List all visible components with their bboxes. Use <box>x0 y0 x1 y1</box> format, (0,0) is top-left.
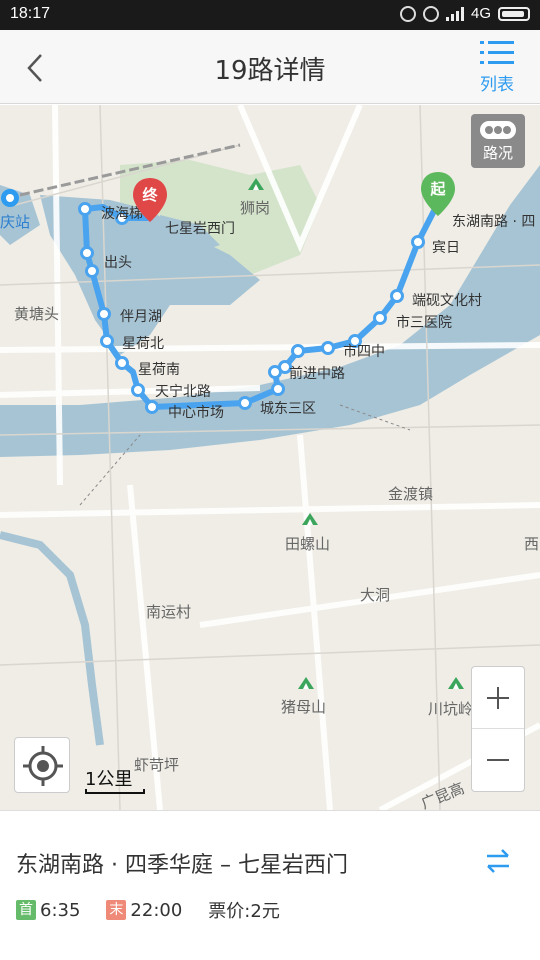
stop-dot[interactable] <box>115 356 129 370</box>
stop-dot[interactable] <box>131 383 145 397</box>
stop-dot[interactable] <box>85 264 99 278</box>
place-label: 黄塘头 <box>14 305 60 323</box>
place-label: 金渡镇 <box>388 485 434 503</box>
stop-label: 七星岩西门 <box>165 221 235 237</box>
stop-label: 城东三区 <box>260 401 316 417</box>
list-button[interactable]: 列表 <box>472 40 522 98</box>
battery-icon <box>498 6 530 21</box>
route-map[interactable]: 东湖南路 · 四 宾日 端砚文化村 市三医院 市四中 前进中路 城东三区 中心市… <box>0 105 540 810</box>
stop-label: 宾日 <box>432 240 460 256</box>
stop-dot[interactable] <box>390 289 404 303</box>
status-bar: 18:17 4G <box>0 0 540 30</box>
stop-dot[interactable] <box>291 344 305 358</box>
stop-dot[interactable] <box>411 235 425 249</box>
scale-label: 1公里 <box>85 769 133 790</box>
stop-label: 市三医院 <box>396 315 452 331</box>
route-info-panel: 东湖南路 · 四季华庭 – 七星岩西门 首 6:35 末 22:00 票价:2元 <box>0 810 540 960</box>
stop-dot[interactable] <box>268 365 282 379</box>
alarm-icon <box>422 5 439 22</box>
stop-label: 星荷北 <box>122 336 164 352</box>
stop-dot[interactable] <box>78 202 92 216</box>
place-label: 虾苛坪 <box>134 756 180 774</box>
place-label: 狮岗 <box>240 199 271 217</box>
stop-label: 天宁北路 <box>155 384 211 400</box>
traffic-label: 路况 <box>482 144 513 162</box>
schedule-row: 首 6:35 末 22:00 票价:2元 <box>16 897 280 923</box>
mountain-icon <box>302 513 318 525</box>
locate-icon <box>23 746 63 786</box>
route-name: 东湖南路 · 四季华庭 – 七星岩西门 <box>16 853 348 878</box>
last-bus-time: 22:00 <box>130 899 183 921</box>
mountain-icon <box>298 677 314 689</box>
stop-dot[interactable] <box>97 307 111 321</box>
place-label: 南运村 <box>146 603 192 621</box>
place-label: 川坑岭 <box>428 700 474 718</box>
traffic-button[interactable]: 路况 <box>471 114 525 168</box>
stop-dot[interactable] <box>238 396 252 410</box>
scale-bar <box>85 789 145 794</box>
stop-label: 市四中 <box>343 344 385 360</box>
end-pin[interactable]: 终 <box>132 177 168 223</box>
stop-label: 星荷南 <box>138 362 180 378</box>
stop-label: 出头 <box>104 255 132 271</box>
chevron-left-icon <box>27 54 42 82</box>
list-label: 列表 <box>480 75 514 95</box>
fare: 票价:2元 <box>208 901 280 922</box>
sync-icon <box>399 5 416 22</box>
mountain-icon <box>248 178 264 190</box>
network-type: 4G <box>470 5 491 22</box>
place-label: 田螺山 <box>285 535 331 553</box>
stop-dot[interactable] <box>100 334 114 348</box>
zoom-in-button[interactable] <box>472 667 524 729</box>
first-bus-badge: 首 <box>16 900 36 920</box>
status-icons: 4G <box>399 5 530 22</box>
locate-button[interactable] <box>14 737 70 793</box>
zoom-out-button[interactable] <box>472 729 524 791</box>
zoom-controls <box>471 666 525 792</box>
traffic-icon <box>480 121 516 139</box>
end-pin-label: 终 <box>142 186 158 204</box>
place-label: 西 <box>524 535 540 553</box>
place-label: 大洞 <box>360 586 391 604</box>
back-button[interactable] <box>18 50 54 86</box>
list-icon <box>480 41 514 64</box>
status-time: 18:17 <box>10 5 51 22</box>
stop-label: 前进中路 <box>289 366 345 382</box>
first-bus-time: 6:35 <box>40 899 81 921</box>
swap-direction-icon[interactable] <box>484 847 512 875</box>
place-label: 猪母山 <box>281 698 327 716</box>
stop-dot[interactable] <box>271 382 285 396</box>
stop-dot[interactable] <box>80 246 94 260</box>
start-pin-label: 起 <box>430 180 446 198</box>
stop-dot[interactable] <box>145 400 159 414</box>
stop-label: 伴月湖 <box>120 309 162 325</box>
last-bus-badge: 末 <box>106 900 127 920</box>
stop-label: 中心市场 <box>168 405 224 421</box>
stop-dot[interactable] <box>321 341 335 355</box>
mountain-icon <box>448 677 464 689</box>
app-header: 19路详情 列表 <box>0 30 540 104</box>
signal-icon <box>445 6 464 21</box>
stop-dot[interactable] <box>373 311 387 325</box>
start-pin[interactable]: 起 <box>420 171 456 217</box>
place-label: 庆站 <box>0 213 31 231</box>
page-title: 19路详情 <box>214 56 326 86</box>
stop-label: 东湖南路 · 四 <box>452 214 536 230</box>
stop-label: 端砚文化村 <box>412 293 482 309</box>
